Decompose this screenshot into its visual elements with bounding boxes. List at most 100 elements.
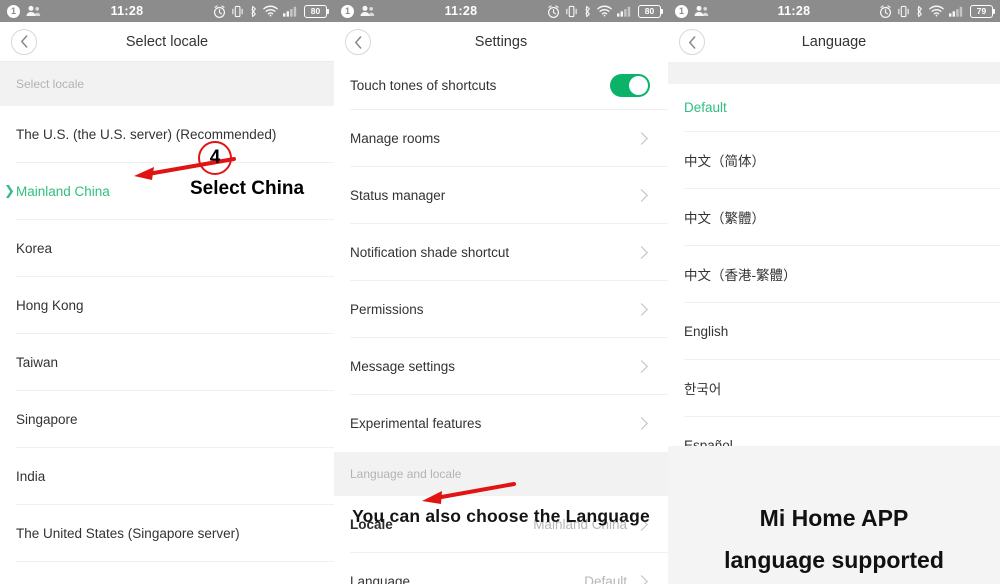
contacts-icon (360, 5, 375, 16)
setting-row-label: Status manager (350, 187, 446, 203)
language-list-top-spacer (668, 62, 1000, 84)
language-item-label: 한국어 (684, 382, 722, 397)
list-item-label: Korea (16, 240, 53, 256)
chevron-left-icon (688, 35, 695, 49)
chevron-right-icon (635, 188, 648, 202)
contacts-icon (694, 5, 709, 16)
locale-list: The U.S. (the U.S. server) (Recommended)… (0, 106, 334, 584)
status-bar-left: 1 (7, 4, 41, 18)
setting-row-touch-tones[interactable]: Touch tones of shortcuts (350, 62, 668, 110)
section-header-select-locale: Select locale (0, 62, 334, 106)
caption-line-1: Mi Home APP (759, 505, 909, 531)
alarm-icon (213, 4, 226, 18)
list-item-locale[interactable]: The U.S. (the U.S. server) (Recommended) (16, 106, 334, 163)
screenshot-root: 1 11:28 80 Select locale Select locale T… (0, 0, 1000, 584)
battery-icon: 80 (638, 4, 663, 18)
chevron-left-icon (20, 35, 27, 48)
list-item-locale[interactable]: The United States (Singapore server) (16, 505, 334, 562)
signal-icon (283, 6, 297, 17)
list-item-locale[interactable]: Korea (16, 220, 334, 277)
setting-row-manage-rooms[interactable]: Manage rooms (350, 110, 668, 167)
notification-badge-icon: 1 (675, 4, 688, 18)
setting-row-message-settings[interactable]: Message settings (350, 338, 668, 395)
setting-row-label: Manage rooms (350, 130, 441, 146)
list-item-locale[interactable]: Hong Kong (16, 277, 334, 334)
nav-bar-language: Language (668, 22, 1000, 62)
status-bar-right: 80 (213, 4, 329, 18)
list-item-label: Hong Kong (16, 297, 84, 313)
setting-row-status-manager[interactable]: Status manager (350, 167, 668, 224)
back-button[interactable] (679, 29, 705, 55)
chevron-right-icon (635, 417, 648, 430)
list-item-locale[interactable]: Singapore (16, 391, 334, 448)
setting-row-label: Language (350, 574, 411, 584)
list-item-label: India (16, 468, 46, 484)
setting-row-value: Mainland China (533, 516, 627, 532)
phone-screen-select-locale: 1 11:28 80 Select locale Select locale T… (0, 0, 334, 584)
contacts-icon (26, 5, 41, 16)
setting-row-notification-shade-shortcut[interactable]: Notification shade shortcut (350, 224, 668, 281)
status-bar-clock: 11:28 (110, 4, 144, 18)
phone-screen-language: 1 11:28 79 Language Default 中文（简体） 中文（繁體… (668, 0, 1000, 584)
list-item-locale[interactable]: Taiwan (16, 334, 334, 391)
list-item-locale[interactable]: India (16, 448, 334, 505)
alarm-icon (547, 4, 560, 18)
setting-row-label: Locale (350, 516, 393, 532)
language-item[interactable]: 한국어 (684, 360, 1000, 417)
page-title: Settings (474, 34, 528, 50)
status-bar-clock: 11:28 (444, 4, 478, 18)
touch-tones-toggle[interactable] (610, 74, 650, 97)
chevron-right-icon (635, 359, 648, 373)
list-item-label: The U.S. (the U.S. server) (Recommended) (16, 126, 277, 142)
chevron-right-icon (635, 131, 648, 145)
setting-row-label: Notification shade shortcut (350, 244, 510, 260)
language-item[interactable]: 中文（繁體） (684, 189, 1000, 246)
chevron-right-icon (635, 517, 648, 531)
setting-row-language[interactable]: Language Default (350, 553, 668, 584)
language-item-label: 中文（简体） (684, 154, 765, 169)
language-locale-list: Locale Mainland China Language Default (334, 496, 668, 584)
language-item[interactable]: 中文（简体） (684, 132, 1000, 189)
wifi-icon (263, 5, 278, 17)
language-item[interactable]: English (684, 303, 1000, 360)
page-title: Language (801, 34, 867, 50)
bluetooth-icon (585, 5, 590, 17)
language-item-label: 中文（繁體） (684, 211, 765, 226)
back-button[interactable] (11, 28, 37, 55)
status-bar-clock: 11:28 (777, 4, 811, 18)
setting-row-label: Experimental features (350, 416, 482, 431)
nav-bar-select-locale: Select locale (0, 22, 334, 62)
list-item-label: Taiwan (16, 354, 59, 370)
signal-icon (617, 6, 631, 17)
language-item-default[interactable]: Default (684, 84, 1000, 132)
status-bar: 1 11:28 (668, 0, 1000, 22)
list-item-label: The United States (Singapore server) (16, 525, 240, 541)
page-title: Select locale (125, 33, 209, 50)
wifi-icon (929, 5, 944, 17)
setting-row-value: Default (584, 574, 627, 584)
list-item-locale[interactable]: Other (16, 562, 334, 584)
chevron-right-icon (635, 245, 648, 259)
chevron-right-icon (635, 575, 648, 584)
setting-row-locale[interactable]: Locale Mainland China (350, 496, 668, 553)
caption-line-2: language supported (724, 547, 944, 573)
list-item-locale-selected[interactable]: ❯ Mainland China (4, 163, 334, 220)
setting-row-experimental-features[interactable]: Experimental features (350, 395, 668, 452)
notification-badge-icon: 1 (341, 4, 354, 18)
bluetooth-icon (251, 5, 256, 17)
status-bar: 1 11:28 (0, 0, 334, 22)
language-item-label: Default (684, 100, 727, 115)
toggle-knob (629, 76, 648, 95)
alarm-icon (879, 4, 892, 18)
language-item-label: 中文（香港-繁體） (684, 268, 797, 283)
notification-badge-icon: 1 (7, 4, 20, 18)
settings-list: Touch tones of shortcuts Manage rooms St… (334, 62, 668, 452)
status-bar-left: 1 (341, 4, 375, 18)
selected-check-icon: ❯ (4, 183, 15, 198)
phone-screen-settings: 1 11:28 80 Settings Touch tones of short… (334, 0, 668, 584)
setting-row-label: Touch tones of shortcuts (350, 78, 497, 93)
language-item[interactable]: 中文（香港-繁體） (684, 246, 1000, 303)
setting-row-permissions[interactable]: Permissions (350, 281, 668, 338)
list-item-label: Singapore (16, 411, 78, 427)
back-button[interactable] (345, 29, 371, 55)
